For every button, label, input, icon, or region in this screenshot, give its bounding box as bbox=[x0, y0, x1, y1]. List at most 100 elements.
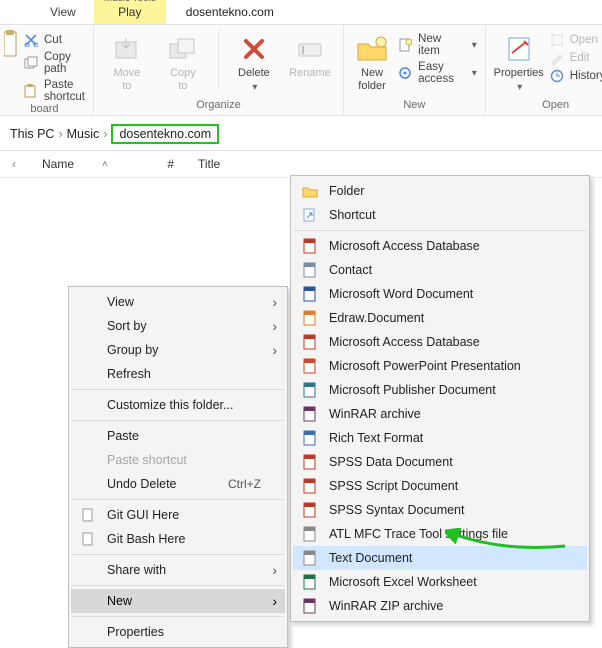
ctx-git-bash[interactable]: Git Bash Here bbox=[71, 527, 285, 551]
filetype-icon bbox=[301, 502, 319, 518]
copy-path-label: Copy path bbox=[44, 51, 85, 75]
properties-button[interactable]: Properties ▾ bbox=[494, 29, 544, 93]
col-title[interactable]: Title bbox=[198, 157, 258, 171]
clipboard-group-label: board bbox=[4, 103, 85, 117]
file-icon bbox=[79, 508, 97, 522]
shortcut-key: Ctrl+Z bbox=[228, 477, 261, 491]
new-submenu: Folder Shortcut Microsoft Access Databas… bbox=[290, 175, 590, 622]
play-tab[interactable]: Play bbox=[94, 4, 166, 24]
open-button[interactable]: Open ▾ bbox=[550, 33, 602, 47]
col-name[interactable]: Name bbox=[42, 157, 74, 171]
ctx-undo-delete[interactable]: Undo DeleteCtrl+Z bbox=[71, 472, 285, 496]
filetype-icon bbox=[301, 286, 319, 302]
new-item-contact[interactable]: Contact bbox=[293, 258, 587, 282]
copy-to-button[interactable]: Copy to bbox=[158, 29, 208, 92]
new-item-microsoft-access-database[interactable]: Microsoft Access Database bbox=[293, 330, 587, 354]
chevron-right-icon[interactable]: › bbox=[103, 127, 107, 141]
paste-shortcut-icon bbox=[24, 84, 38, 98]
new-item-spss-script-document[interactable]: SPSS Script Document bbox=[293, 474, 587, 498]
new-folder-item[interactable]: Folder bbox=[293, 179, 587, 203]
new-item-winrar-zip-archive[interactable]: WinRAR ZIP archive bbox=[293, 594, 587, 618]
new-item-button[interactable]: New item ▾ bbox=[398, 33, 477, 57]
new-item-microsoft-excel-worksheet[interactable]: Microsoft Excel Worksheet bbox=[293, 570, 587, 594]
breadcrumb[interactable]: This PC › Music › dosentekno.com bbox=[0, 116, 602, 150]
ctx-sort-by[interactable]: Sort by bbox=[71, 314, 285, 338]
new-item-microsoft-powerpoint-presentation[interactable]: Microsoft PowerPoint Presentation bbox=[293, 354, 587, 378]
easy-access-button[interactable]: Easy access ▾ bbox=[398, 61, 477, 85]
easy-access-icon bbox=[398, 66, 412, 80]
edit-label: Edit bbox=[570, 52, 590, 64]
context-menu: View Sort by Group by Refresh Customize … bbox=[68, 286, 288, 648]
ctx-share-with[interactable]: Share with bbox=[71, 558, 285, 582]
filetype-icon bbox=[301, 574, 319, 590]
delete-button[interactable]: Delete ▾ bbox=[229, 29, 279, 93]
ctx-group-by[interactable]: Group by bbox=[71, 338, 285, 362]
window-title: dosentekno.com bbox=[166, 1, 292, 24]
delete-label: Delete bbox=[238, 67, 270, 80]
new-item-rich-text-format[interactable]: Rich Text Format bbox=[293, 426, 587, 450]
chevron-down-icon[interactable]: ▾ bbox=[472, 40, 477, 51]
open-label: Open bbox=[570, 34, 598, 46]
new-folder-label: New folder bbox=[358, 67, 386, 92]
copy-to-icon bbox=[167, 33, 199, 65]
crumb-current[interactable]: dosentekno.com bbox=[111, 124, 219, 144]
group-organize: Move to Copy to Delete ▾ Rename Organize bbox=[94, 25, 344, 115]
group-clipboard: Cut Copy path Paste shortcut board bbox=[0, 25, 94, 115]
new-shortcut-item[interactable]: Shortcut bbox=[293, 203, 587, 227]
new-item-microsoft-access-database[interactable]: Microsoft Access Database bbox=[293, 234, 587, 258]
new-item-text-document[interactable]: Text Document bbox=[293, 546, 587, 570]
filetype-icon bbox=[301, 334, 319, 350]
open-group-label: Open bbox=[494, 99, 602, 113]
ctx-paste-shortcut: Paste shortcut bbox=[71, 448, 285, 472]
rename-button[interactable]: Rename bbox=[285, 29, 335, 80]
edit-icon bbox=[550, 51, 564, 65]
cut-button[interactable]: Cut bbox=[24, 33, 85, 47]
music-tools-label: Music Tools bbox=[94, 0, 166, 4]
new-item-microsoft-publisher-document[interactable]: Microsoft Publisher Document bbox=[293, 378, 587, 402]
scissors-icon bbox=[24, 33, 38, 47]
new-item-winrar-archive[interactable]: WinRAR archive bbox=[293, 402, 587, 426]
new-folder-button[interactable]: New folder bbox=[352, 29, 392, 92]
ctx-view[interactable]: View bbox=[71, 290, 285, 314]
crumb-this-pc[interactable]: This PC bbox=[10, 127, 54, 141]
title-tab-strip: View Music Tools Play dosentekno.com bbox=[0, 0, 602, 24]
new-item-atl-mfc-trace-tool-settings-file[interactable]: ATL MFC Trace Tool settings file bbox=[293, 522, 587, 546]
ribbon: Cut Copy path Paste shortcut board Move … bbox=[0, 24, 602, 116]
new-item-icon bbox=[398, 38, 412, 52]
ctx-git-gui[interactable]: Git GUI Here bbox=[71, 503, 285, 527]
filetype-icon bbox=[301, 526, 319, 542]
copy-path-icon bbox=[24, 56, 38, 70]
easy-access-label: Easy access bbox=[418, 61, 464, 85]
filetype-icon bbox=[301, 382, 319, 398]
ctx-paste[interactable]: Paste bbox=[71, 424, 285, 448]
new-item-spss-syntax-document[interactable]: SPSS Syntax Document bbox=[293, 498, 587, 522]
file-icon bbox=[79, 532, 97, 546]
folder-icon bbox=[301, 184, 319, 198]
paste-big-icon[interactable] bbox=[4, 29, 18, 61]
ctx-refresh[interactable]: Refresh bbox=[71, 362, 285, 386]
column-headers[interactable]: ‹ Name ˄ # Title bbox=[0, 151, 602, 178]
history-button[interactable]: History bbox=[550, 69, 602, 83]
ctx-properties[interactable]: Properties bbox=[71, 620, 285, 644]
crumb-music[interactable]: Music bbox=[67, 127, 100, 141]
edit-button[interactable]: Edit bbox=[550, 51, 602, 65]
ctx-customize[interactable]: Customize this folder... bbox=[71, 393, 285, 417]
rename-label: Rename bbox=[289, 67, 331, 80]
copy-to-label: Copy to bbox=[170, 67, 196, 92]
sort-asc-icon: ˄ bbox=[102, 159, 108, 170]
music-tools-tab[interactable]: Music Tools Play bbox=[94, 0, 166, 24]
new-item-spss-data-document[interactable]: SPSS Data Document bbox=[293, 450, 587, 474]
chevron-down-icon: ▾ bbox=[517, 82, 522, 93]
copy-path-button[interactable]: Copy path bbox=[24, 51, 85, 75]
new-item-microsoft-word-document[interactable]: Microsoft Word Document bbox=[293, 282, 587, 306]
col-number[interactable]: # bbox=[166, 157, 198, 171]
properties-label: Properties bbox=[494, 67, 544, 80]
chevron-right-icon[interactable]: › bbox=[58, 127, 62, 141]
move-to-button[interactable]: Move to bbox=[102, 29, 152, 92]
group-open: Properties ▾ Open ▾ Edit History bbox=[486, 25, 602, 115]
tab-view[interactable]: View bbox=[32, 1, 94, 24]
ctx-new[interactable]: New bbox=[71, 589, 285, 613]
paste-shortcut-button[interactable]: Paste shortcut bbox=[24, 79, 85, 103]
new-item-edraw-document[interactable]: Edraw.Document bbox=[293, 306, 587, 330]
chevron-down-icon[interactable]: ▾ bbox=[472, 68, 477, 79]
